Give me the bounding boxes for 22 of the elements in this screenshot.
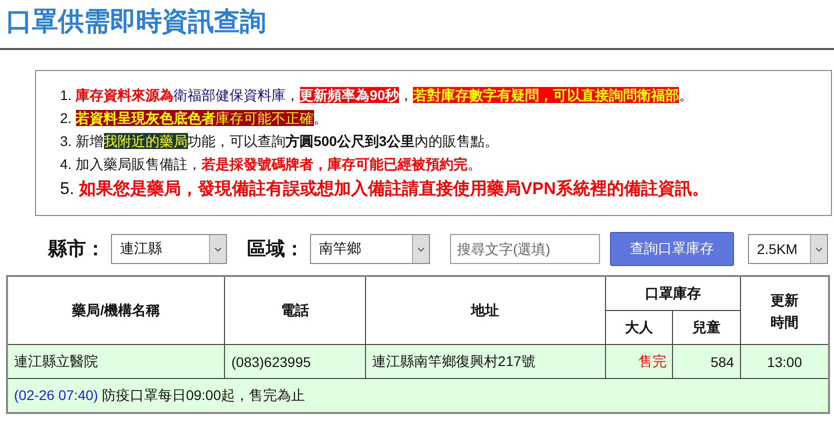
note-text: (02-26 07:40) 防疫口罩每日09:00起，售完為止 xyxy=(7,378,829,413)
radius-select[interactable]: 2.5KM xyxy=(748,234,828,264)
chevron-down-icon xyxy=(417,246,425,252)
table-cell: 連江縣南竿鄉復興村217號 xyxy=(365,344,606,378)
table-cell: 13:00 xyxy=(740,344,829,378)
district-select[interactable]: 南竿鄉 xyxy=(310,234,430,264)
table-cell: 584 xyxy=(672,344,740,378)
notice-text: 5. 如果您是藥局，發現備註有誤或想加入備註請直接使用藥局VPN系統裡的備註資訊。 xyxy=(60,178,710,200)
page-title: 口罩供需即時資訊查詢 xyxy=(0,0,834,50)
search-field[interactable]: 搜尋文字(選填) xyxy=(450,234,600,264)
county-label: 縣市： xyxy=(48,238,105,262)
chevron-down-icon xyxy=(815,246,823,252)
notice-text: 1. 庫存資料來源為衛福部健保資料庫，更新頻率為90秒，若對庫存數字有疑問，可以直接詢問衛福部。 xyxy=(60,86,694,105)
notice-text: 4. 加入藥局販售備註，若是採發號碼牌者，庫存可能已經被預約完。 xyxy=(60,155,483,174)
query-button[interactable]: 查詢口罩庫存 xyxy=(610,232,734,266)
chevron-down-icon xyxy=(214,246,222,252)
table-cell: 連江縣立醫院 xyxy=(7,344,225,378)
column-header: 口罩庫存 xyxy=(605,276,740,310)
district-label: 區域： xyxy=(247,238,304,262)
table-cell: (083)623995 xyxy=(224,344,366,378)
county-select[interactable]: 連江縣 xyxy=(111,234,227,264)
table-cell: 售完 xyxy=(605,344,673,378)
